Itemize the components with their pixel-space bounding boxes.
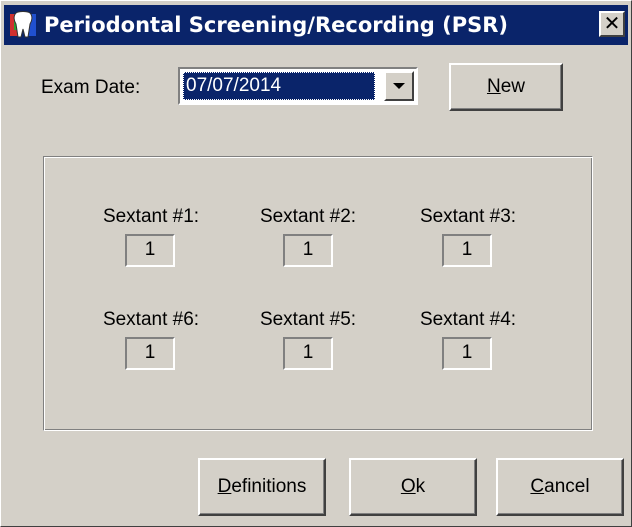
cancel-button-label: Cancel	[530, 476, 589, 498]
definitions-label-rest: efinitions	[231, 476, 307, 497]
chevron-down-icon	[393, 83, 405, 89]
definitions-button[interactable]: Definitions	[198, 458, 326, 516]
ok-button[interactable]: Ok	[349, 458, 477, 516]
sextant-5-value[interactable]: 1	[283, 337, 333, 370]
cancel-label-rest: ancel	[544, 476, 590, 497]
dropdown-button[interactable]	[384, 71, 414, 101]
sextant-1-value[interactable]: 1	[125, 234, 175, 267]
new-button-label: New	[487, 76, 525, 98]
definitions-button-label: Definitions	[218, 476, 307, 498]
sextant-5-label: Sextant #5:	[259, 309, 357, 330]
sextant-4-value[interactable]: 1	[442, 337, 492, 370]
sextant-6-label: Sextant #6:	[102, 309, 200, 330]
new-button-mnemonic: N	[486, 76, 501, 97]
ok-button-label: Ok	[401, 476, 425, 498]
window-title: Periodontal Screening/Recording (PSR)	[44, 13, 509, 37]
ok-mnemonic: O	[400, 476, 416, 497]
new-button[interactable]: New	[449, 63, 563, 111]
sextant-4-label: Sextant #4:	[419, 309, 517, 330]
sextant-3-label: Sextant #3:	[419, 206, 517, 227]
sextant-2-value[interactable]: 1	[283, 234, 333, 267]
new-button-label-rest: ew	[500, 76, 526, 97]
sextant-group	[43, 156, 593, 431]
close-button[interactable]: ✕	[599, 11, 625, 37]
cancel-mnemonic: C	[530, 476, 545, 497]
psr-dialog: Periodontal Screening/Recording (PSR) ✕ …	[0, 0, 632, 527]
ok-label-rest: k	[415, 476, 426, 497]
close-icon: ✕	[603, 11, 621, 35]
definitions-mnemonic: D	[217, 476, 232, 497]
cancel-button[interactable]: Cancel	[496, 458, 624, 516]
sextant-3-value[interactable]: 1	[442, 234, 492, 267]
exam-date-value[interactable]: 07/07/2014	[183, 72, 375, 100]
exam-date-label: Exam Date:	[41, 77, 141, 98]
exam-date-dropdown[interactable]: 07/07/2014	[178, 67, 418, 105]
sextant-2-label: Sextant #2:	[259, 206, 357, 227]
sextant-6-value[interactable]: 1	[125, 337, 175, 370]
tooth-icon	[10, 11, 36, 38]
title-bar[interactable]: Periodontal Screening/Recording (PSR) ✕	[4, 5, 628, 45]
sextant-1-label: Sextant #1:	[102, 206, 200, 227]
